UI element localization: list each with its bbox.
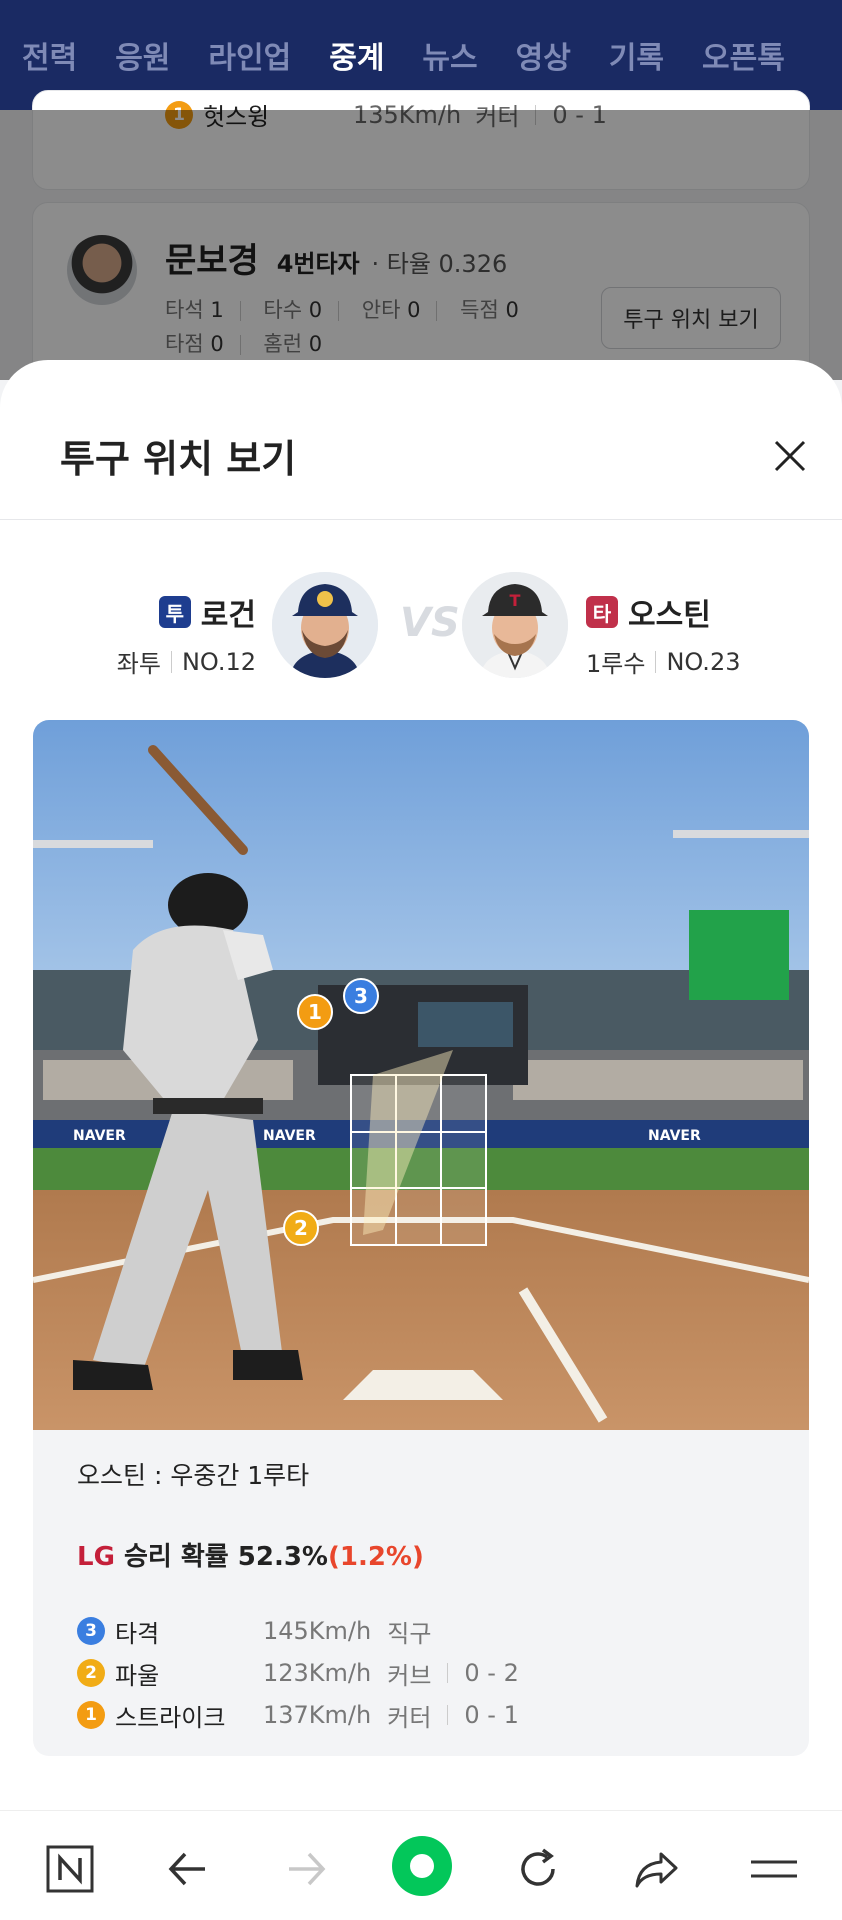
pitch-number-badge: 2	[77, 1659, 105, 1687]
pitch-speed: 123Km/h	[263, 1659, 372, 1687]
browser-toolbar	[0, 1810, 842, 1920]
forward-icon[interactable]	[276, 1841, 336, 1897]
close-icon[interactable]	[770, 436, 810, 476]
tab-news[interactable]: 뉴스	[422, 33, 477, 77]
win-prob-team: LG	[77, 1542, 115, 1572]
tab-open-talk[interactable]: 오픈톡	[702, 33, 785, 77]
zone-marker-pitch-2: 2	[283, 1210, 319, 1246]
pitcher-avatar	[272, 572, 378, 678]
divider	[655, 650, 657, 673]
pitch-row: 1 스트라이크 137Km/h 커터 0 - 1	[77, 1694, 519, 1736]
win-prob-label: 승리 확률 52.3%	[123, 1542, 328, 1572]
at-bat-result: 오스틴 : 우중간 1루타	[77, 1461, 310, 1490]
pitch-row: 3 타격 145Km/h 직구	[77, 1610, 519, 1652]
pitch-result: 스트라이크	[115, 1703, 226, 1732]
sheet-title: 투구 위치 보기	[60, 437, 297, 481]
win-probability: LG 승리 확률 52.3%(1.2%)	[77, 1536, 424, 1573]
pitch-result: 타격	[115, 1619, 160, 1648]
pitcher-number: NO.12	[181, 647, 256, 676]
tab-cheer[interactable]: 응원	[115, 33, 170, 77]
back-icon[interactable]	[158, 1841, 218, 1897]
tab-lineup[interactable]: 라인업	[208, 33, 291, 77]
pitcher-name: 로건	[200, 598, 256, 633]
tab-records[interactable]: 기록	[609, 33, 664, 77]
svg-text:NAVER: NAVER	[263, 1128, 316, 1144]
divider	[447, 1705, 449, 1725]
tab-lineup-strength[interactable]: 전력	[22, 33, 77, 77]
zone-marker-pitch-3: 3	[343, 978, 379, 1014]
svg-text:NAVER: NAVER	[648, 1128, 701, 1144]
pitch-speed: 145Km/h	[263, 1617, 372, 1645]
versus-label: VS	[400, 600, 460, 646]
pitch-type: 커터	[387, 1703, 432, 1732]
refresh-icon[interactable]	[508, 1841, 568, 1897]
menu-icon[interactable]	[744, 1841, 804, 1897]
zone-marker-pitch-1: 1	[297, 994, 333, 1030]
matchup: 투 로건 좌투 NO.12 VS T 타 오스틴 1루수 NO.23	[0, 560, 842, 680]
pitch-location-sheet: 투구 위치 보기 투 로건 좌투 NO.12 VS T 타 오스틴 1루수 NO…	[0, 360, 842, 1810]
hitter-role-badge: 타	[586, 596, 618, 628]
sheet-header: 투구 위치 보기	[0, 360, 842, 520]
pitch-type: 직구	[387, 1619, 432, 1648]
pitch-row: 2 파울 123Km/h 커브 0 - 2	[77, 1652, 519, 1694]
pitch-number-badge: 1	[77, 1701, 105, 1729]
win-prob-delta: (1.2%)	[327, 1542, 424, 1572]
share-icon[interactable]	[626, 1841, 686, 1897]
naver-home-icon[interactable]	[40, 1841, 100, 1897]
svg-text:T: T	[510, 591, 521, 610]
green-dot-icon[interactable]	[390, 1834, 454, 1898]
pitcher-role-badge: 투	[158, 596, 191, 628]
hitter-position: 1루수	[586, 650, 646, 678]
hitter-number: NO.23	[666, 647, 741, 676]
pitch-count: 0 - 2	[464, 1659, 519, 1687]
hitter-info: 타 오스틴 1루수 NO.23	[586, 590, 740, 679]
pitch-zone-stadium-view: NAVER NAVER NAVER 1 3 2	[33, 720, 809, 1430]
hitter-name: 오스틴	[628, 598, 711, 633]
tab-video[interactable]: 영상	[516, 33, 571, 77]
modal-backdrop[interactable]	[0, 110, 842, 380]
pitcher-hand: 좌투	[116, 650, 161, 678]
pitcher-info: 투 로건 좌투 NO.12	[117, 590, 256, 679]
tab-live[interactable]: 중계	[329, 33, 385, 107]
svg-text:NAVER: NAVER	[73, 1128, 126, 1144]
pitch-list: 3 타격 145Km/h 직구 2 파울 123Km/h 커브 0 - 2 1 …	[77, 1610, 519, 1736]
at-bat-summary: 오스틴 : 우중간 1루타 LG 승리 확률 52.3%(1.2%) 3 타격 …	[33, 1430, 809, 1756]
pitch-speed: 137Km/h	[263, 1701, 372, 1729]
divider	[170, 650, 172, 673]
pitch-type: 커브	[387, 1661, 432, 1690]
pitch-number-badge: 3	[77, 1617, 105, 1645]
pitch-count: 0 - 1	[464, 1701, 519, 1729]
pitch-result: 파울	[115, 1661, 160, 1690]
divider	[447, 1663, 449, 1683]
hitter-avatar: T	[462, 572, 568, 678]
